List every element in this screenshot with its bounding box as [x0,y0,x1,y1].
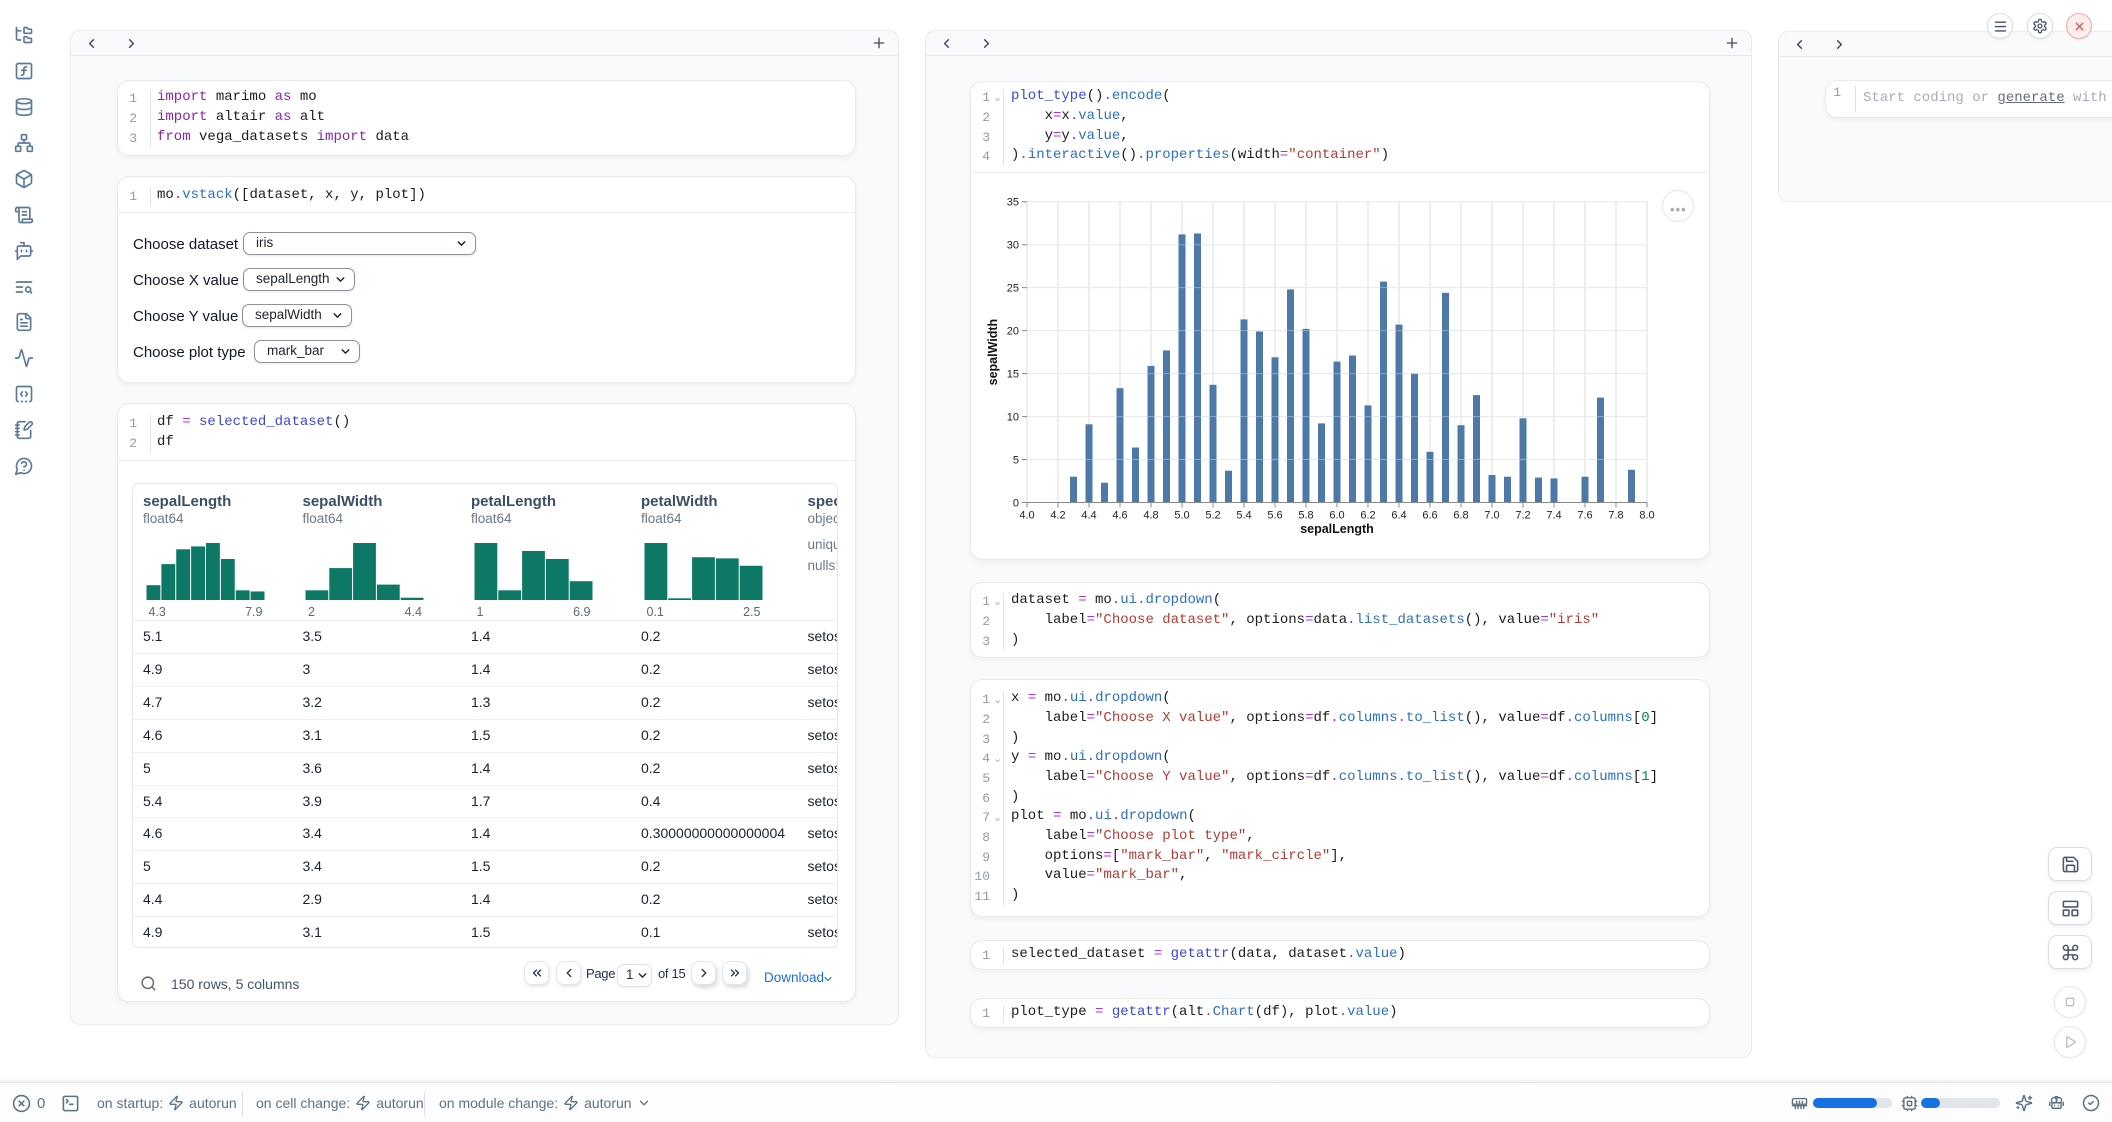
svg-text:7.2: 7.2 [1515,510,1530,522]
svg-text:sepalLength: sepalLength [1300,522,1374,536]
svg-text:4.6: 4.6 [1112,510,1127,522]
svg-text:35: 35 [1007,197,1019,209]
svg-text:6.8: 6.8 [1453,510,1468,522]
svg-text:4.0: 4.0 [1019,510,1034,522]
svg-text:5.8: 5.8 [1298,510,1313,522]
svg-text:20: 20 [1007,325,1019,337]
svg-text:4.2: 4.2 [1050,510,1065,522]
svg-text:7.8: 7.8 [1608,510,1623,522]
svg-text:0: 0 [1013,497,1019,509]
svg-text:5.2: 5.2 [1205,510,1220,522]
svg-text:4.4: 4.4 [1081,510,1096,522]
svg-text:sepalWidth: sepalWidth [986,319,1000,386]
svg-text:15: 15 [1007,368,1019,380]
svg-text:7.6: 7.6 [1577,510,1592,522]
svg-text:6.0: 6.0 [1329,510,1344,522]
svg-text:30: 30 [1007,240,1019,252]
svg-text:6.4: 6.4 [1391,510,1406,522]
svg-text:4.8: 4.8 [1143,510,1158,522]
svg-text:5: 5 [1013,454,1019,466]
svg-text:7.4: 7.4 [1546,510,1561,522]
svg-text:25: 25 [1007,282,1019,294]
svg-text:6.6: 6.6 [1422,510,1437,522]
svg-text:5.4: 5.4 [1236,510,1251,522]
svg-text:5.0: 5.0 [1174,510,1189,522]
svg-text:6.2: 6.2 [1360,510,1375,522]
svg-text:8.0: 8.0 [1639,510,1654,522]
svg-text:5.6: 5.6 [1267,510,1282,522]
svg-text:7.0: 7.0 [1484,510,1499,522]
svg-text:10: 10 [1007,411,1019,423]
